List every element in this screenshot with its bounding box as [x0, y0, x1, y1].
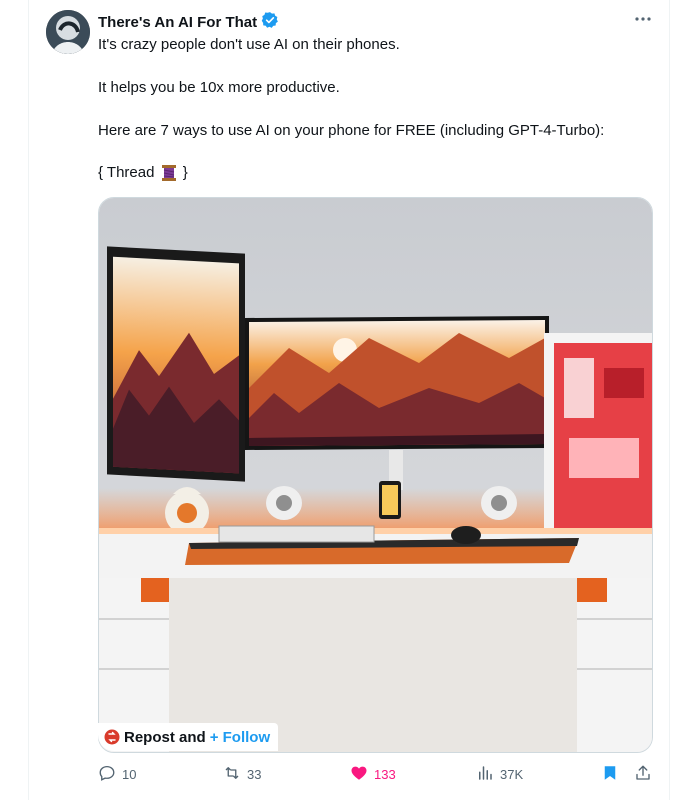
heart-icon — [350, 764, 368, 785]
share-icon — [634, 764, 652, 785]
verified-badge-icon — [261, 11, 279, 34]
reply-action[interactable]: 10 — [98, 764, 136, 785]
views-action[interactable]: 37K — [476, 764, 523, 785]
author-name[interactable]: There's An AI For That — [98, 14, 257, 31]
views-count: 37K — [500, 767, 524, 782]
bookmark-button[interactable] — [601, 764, 619, 785]
thread-close: } — [178, 164, 188, 181]
repost-and-follow-button[interactable]: Repost and + Follow — [98, 723, 279, 751]
tweet-media-image[interactable] — [98, 197, 653, 753]
tweet-text-line-3: Here are 7 ways to use AI on your phone … — [98, 122, 605, 139]
more-icon[interactable] — [634, 10, 652, 33]
like-action[interactable]: 133 — [350, 764, 396, 785]
tweet-text-line-1: It's crazy people don't use AI on their … — [98, 36, 400, 53]
views-chart-icon — [476, 764, 494, 785]
repost-label: Repost and — [124, 728, 206, 746]
share-button[interactable] — [634, 764, 652, 785]
repost-icon — [223, 764, 241, 785]
thread-open: { Thread — [98, 164, 159, 181]
avatar[interactable] — [46, 10, 90, 54]
repost-count: 33 — [247, 767, 262, 782]
author-row: There's An AI For That — [98, 11, 279, 34]
reply-count: 10 — [122, 767, 137, 782]
follow-label: + Follow — [209, 728, 271, 746]
tweet-actions: 10 33 133 37K — [98, 764, 653, 786]
reply-icon — [98, 764, 116, 785]
tweet-text-line-4: { Thread } — [98, 163, 658, 183]
repost-action[interactable]: 33 — [223, 764, 261, 785]
tweet-text-line-2: It helps you be 10x more productive. — [98, 79, 340, 96]
bookmark-icon — [601, 764, 619, 785]
spool-emoji-icon — [161, 164, 177, 182]
like-count: 133 — [374, 767, 396, 782]
repost-badge-icon — [104, 729, 120, 745]
